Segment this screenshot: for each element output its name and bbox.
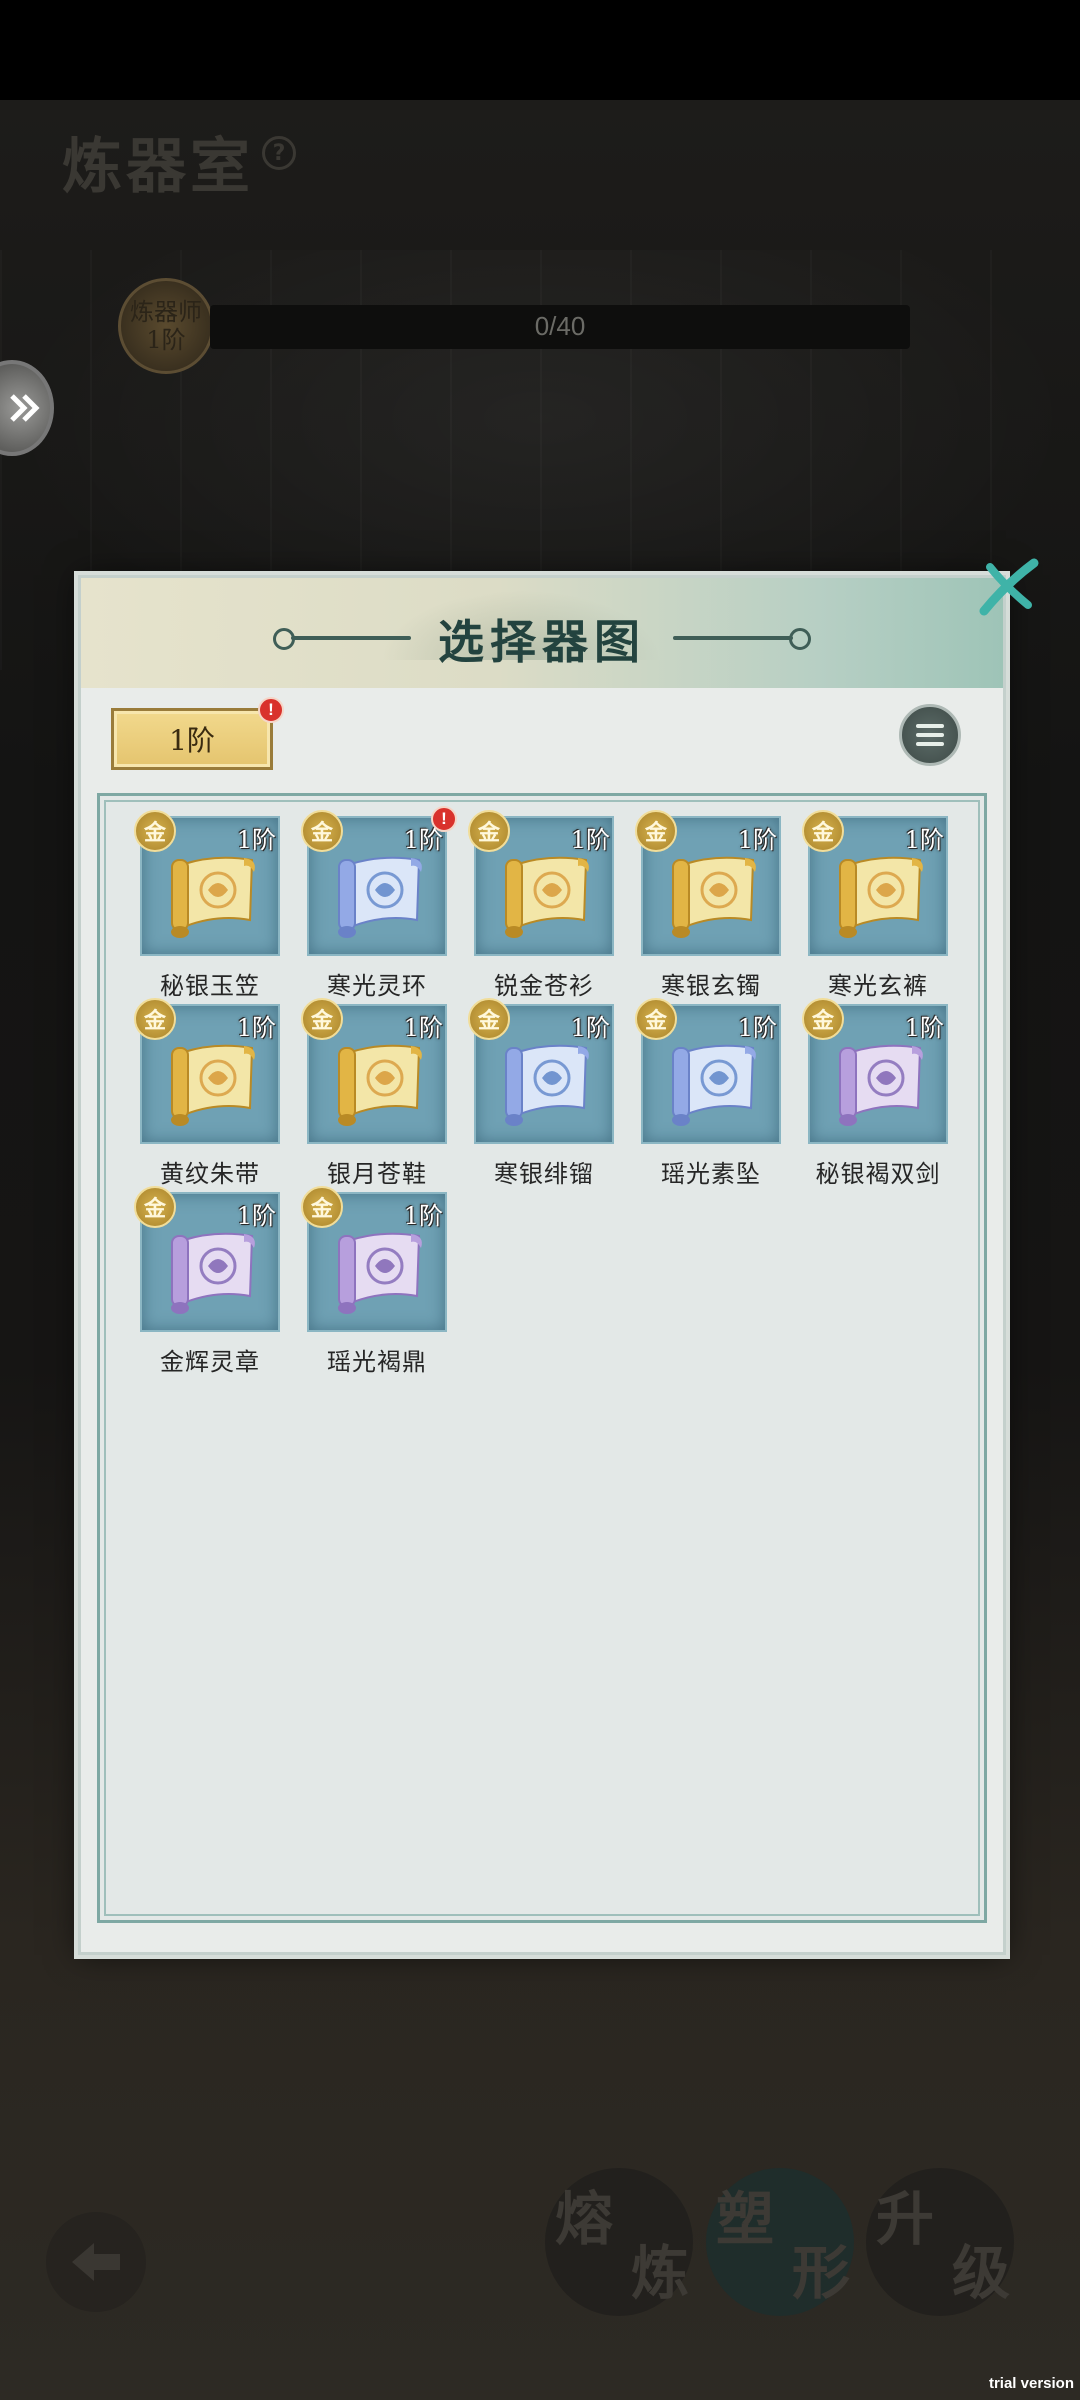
scroll-icon [834,1038,930,1130]
menu-icon-line [916,742,944,746]
select-blueprint-dialog: 选择器图 1阶 ! 金 1阶 秘银玉笠 金 1阶 ! 寒光灵环 金 1阶 锐金苍… [78,558,1039,1955]
trial-watermark: trial version [988,2375,1074,2392]
grade-badge: 金 [802,810,844,852]
grade-badge: 金 [468,998,510,1040]
grade-badge: 金 [134,1186,176,1228]
item-name: 金辉灵章 [160,1348,260,1376]
double-chevron-right-icon [10,394,40,422]
menu-icon-line [916,733,944,737]
grade-badge: 金 [635,998,677,1040]
tier-filter-label: 1阶 [169,724,215,757]
scroll-icon [667,1038,763,1130]
item-tier-label: 1阶 [737,1014,777,1042]
progress-text: 0/40 [534,311,586,341]
grade-badge: 金 [301,998,343,1040]
experience-progress-bar: 0/40 [210,305,910,349]
rank-title: 炼器师 [130,298,202,326]
scroll-icon [333,850,429,942]
smelt-label-top: 熔 [555,2185,614,2253]
item-name: 瑶光褐鼎 [327,1348,427,1376]
item-tier-label: 1阶 [904,1014,944,1042]
item-tier-label: 1阶 [570,1014,610,1042]
scroll-icon [667,850,763,942]
scroll-icon [333,1038,429,1130]
blueprint-item[interactable]: 金 1阶 秘银褐双剑 [802,998,948,1188]
item-name: 秘银褐双剑 [815,1160,941,1188]
scroll-icon [834,850,930,942]
item-tier-label: 1阶 [403,1014,443,1042]
grade-badge: 金 [134,810,176,852]
grade-badge: 金 [468,810,510,852]
item-name: 寒银玄镯 [661,972,761,1000]
blueprint-item[interactable]: 金 1阶 寒银绯镏 [468,998,614,1188]
upgrade-button[interactable]: 升 级 [866,2168,1014,2316]
blueprint-item[interactable]: 金 1阶 寒银玄镯 [635,810,781,1000]
rank-tier: 1阶 [146,326,186,354]
dialog-header: 选择器图 [81,578,1003,688]
scroll-icon [166,1226,262,1318]
blueprint-item[interactable]: 金 1阶 瑶光褐鼎 [301,1186,447,1376]
smelt-label-bottom: 炼 [630,2239,689,2307]
shape-button[interactable]: 塑 形 [706,2168,854,2316]
grade-badge: 金 [802,998,844,1040]
grade-badge: 金 [301,1186,343,1228]
rank-badge: 炼器师 1阶 [118,278,214,374]
item-name: 寒光玄裤 [828,972,928,1000]
item-name: 银月苍鞋 [327,1160,427,1188]
smelt-button[interactable]: 熔 炼 [545,2168,693,2316]
item-name: 锐金苍衫 [494,972,594,1000]
item-tier-label: 1阶 [236,1014,276,1042]
item-tier-label: 1阶 [737,826,777,854]
item-tier-label: 1阶 [904,826,944,854]
scroll-icon [166,850,262,942]
item-name: 寒银绯镏 [494,1160,594,1188]
dialog-title: 选择器图 [438,615,646,669]
item-name: 黄纹朱带 [160,1160,260,1188]
alert-badge: ! [258,697,284,723]
item-tier-label: 1阶 [403,1202,443,1230]
upgrade-label-top: 升 [876,2185,935,2253]
arrow-left-icon [72,2243,120,2281]
scroll-icon [500,850,596,942]
item-name: 寒光灵环 [327,972,427,1000]
blueprint-item[interactable]: 金 1阶 黄纹朱带 [134,998,280,1188]
close-button[interactable] [967,548,1047,628]
item-tier-label: 1阶 [570,826,610,854]
blueprint-item[interactable]: 金 1阶 秘银玉笠 [134,810,280,1000]
shape-label-top: 塑 [716,2185,775,2253]
blueprint-item[interactable]: 金 1阶 寒光玄裤 [802,810,948,1000]
scroll-icon [166,1038,262,1130]
menu-icon-line [916,724,944,728]
scroll-icon [333,1226,429,1318]
grade-badge: 金 [635,810,677,852]
scroll-icon [500,1038,596,1130]
tier-filter-button[interactable]: 1阶 ! [111,697,284,770]
blueprint-item[interactable]: 金 1阶 银月苍鞋 [301,998,447,1188]
blueprint-item[interactable]: 金 1阶 ! 寒光灵环 [301,806,457,1000]
shape-label-bottom: 形 [791,2239,850,2307]
alert-badge: ! [431,806,457,832]
item-tier-label: 1阶 [236,826,276,854]
menu-button[interactable] [899,704,961,766]
item-tier-label: 1阶 [236,1202,276,1230]
blueprint-grid: 金 1阶 秘银玉笠 金 1阶 ! 寒光灵环 金 1阶 锐金苍衫 金 1阶 寒银玄… [134,806,960,1376]
blueprint-grid-frame: 金 1阶 秘银玉笠 金 1阶 ! 寒光灵环 金 1阶 锐金苍衫 金 1阶 寒银玄… [97,793,987,1923]
blueprint-item[interactable]: 金 1阶 金辉灵章 [134,1186,280,1376]
back-button[interactable] [46,2212,146,2312]
close-icon [979,558,1039,616]
room-title: 炼器室 [62,132,254,202]
blueprint-item[interactable]: 金 1阶 锐金苍衫 [468,810,614,1000]
item-name: 瑶光素坠 [661,1160,761,1188]
grade-badge: 金 [301,810,343,852]
item-name: 秘银玉笠 [160,972,260,1000]
grade-badge: 金 [134,998,176,1040]
question-icon[interactable]: ? [262,136,296,170]
upgrade-label-bottom: 级 [951,2239,1010,2307]
blueprint-item[interactable]: 金 1阶 瑶光素坠 [635,998,781,1188]
